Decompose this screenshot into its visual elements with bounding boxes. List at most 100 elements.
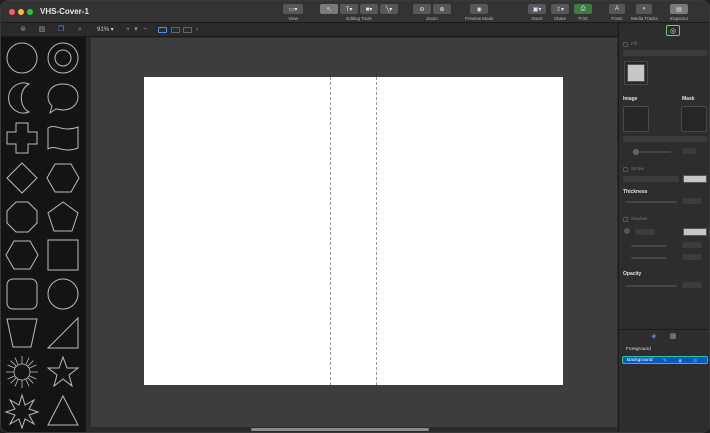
shadow-checkbox[interactable] <box>623 217 628 222</box>
close-window-button[interactable] <box>9 9 15 15</box>
shapes-library-panel <box>1 37 87 432</box>
horizontal-scrollbar[interactable] <box>251 428 429 431</box>
shadow-blur-slider[interactable] <box>631 257 667 259</box>
shadow-blur-field[interactable] <box>682 254 702 260</box>
share-icon: ⇪▾ <box>555 6 565 13</box>
stroke-label: Stroke <box>631 166 645 171</box>
shape-starburst[interactable] <box>3 353 41 391</box>
page-layout-single-button[interactable] <box>158 27 167 33</box>
shadow-angle-knob[interactable] <box>624 228 630 234</box>
text-tool-button[interactable]: T▾ <box>340 4 358 14</box>
image-fit-select[interactable] <box>623 136 707 142</box>
minimize-window-button[interactable] <box>18 9 24 15</box>
shape-speech-bubble[interactable] <box>44 79 82 117</box>
shape-flag[interactable] <box>44 119 82 157</box>
shape-hexagon-flat[interactable] <box>3 236 41 274</box>
select-tool-button[interactable]: ↖ <box>320 4 338 14</box>
line-tool-button[interactable]: ╲▾ <box>380 4 398 14</box>
shadow-offset-slider[interactable] <box>631 245 667 247</box>
inspector-group: ▤ Inspector <box>669 4 689 21</box>
stroke-checkbox[interactable] <box>623 167 628 172</box>
minus-icon[interactable]: − <box>141 26 149 34</box>
layer-background[interactable]: Background ✎ ◉ ⊘ <box>622 356 708 364</box>
page-layout-spread-button[interactable] <box>183 27 192 33</box>
shape-right-triangle[interactable] <box>44 314 82 352</box>
shape-diamond[interactable] <box>3 159 41 197</box>
shape-tool-button[interactable]: ■▾ <box>360 4 378 14</box>
zoom-in-button[interactable]: ⊕ <box>433 4 451 14</box>
shapes-library-icon[interactable]: ⊚ <box>19 26 27 34</box>
lock-icon[interactable]: ⊘ <box>693 357 697 365</box>
layer-foreground[interactable]: Foreground <box>622 346 708 354</box>
shape-rounded-square[interactable] <box>3 275 41 313</box>
image-opacity-knob[interactable] <box>633 149 639 155</box>
preview-mode-button[interactable]: ◉ <box>470 4 489 14</box>
shape-cross[interactable] <box>3 119 41 157</box>
shape-trapezoid[interactable] <box>3 314 41 352</box>
print-button[interactable]: ⎙ <box>574 4 592 14</box>
shape-star[interactable] <box>44 353 82 391</box>
images-library-icon[interactable]: ▨ <box>38 26 46 34</box>
chevron-down-icon[interactable]: ▾ <box>132 26 140 34</box>
fill-checkbox[interactable] <box>623 42 628 47</box>
stroke-style-select[interactable] <box>623 176 679 182</box>
image-well[interactable] <box>623 106 649 132</box>
zoom-window-button[interactable] <box>27 9 33 15</box>
insert-button[interactable]: ▣▾ <box>528 4 546 14</box>
document-page[interactable] <box>144 77 563 385</box>
opacity-slider[interactable] <box>625 285 677 287</box>
opacity-field[interactable] <box>682 282 702 288</box>
shadow-angle-field[interactable] <box>635 229 655 235</box>
fonts-button[interactable]: A <box>609 4 625 14</box>
media-tracks-label: Media Tracks <box>631 16 658 21</box>
editing-tools-group: ↖ T▾ ■▾ ╲▾ Editing Tools <box>319 4 399 21</box>
stroke-color-swatch[interactable] <box>683 175 707 183</box>
zoom-in-icon: ⊕ <box>439 6 445 13</box>
pencil-icon[interactable]: ✎ <box>663 357 667 365</box>
shape-ring[interactable] <box>44 39 82 77</box>
title-bar: VHS-Cover-1 ▭▾ View ↖ T▾ ■▾ ╲▾ Editing T… <box>1 1 709 23</box>
shape-circle[interactable] <box>3 39 41 77</box>
shadow-offset-field[interactable] <box>682 242 702 248</box>
fill-color-swatch[interactable] <box>627 64 645 82</box>
tab-style-inspector[interactable]: ◎ <box>666 25 680 36</box>
shape-crescent[interactable] <box>3 79 41 117</box>
layer-label: Background <box>627 358 653 363</box>
shape-octagon[interactable] <box>3 198 41 236</box>
layers-icon[interactable]: ◈ <box>650 333 658 341</box>
cursor-icon: ↖ <box>326 6 332 13</box>
canvas-area[interactable] <box>91 38 617 427</box>
shape-circle-large[interactable] <box>44 275 82 313</box>
thickness-field[interactable] <box>682 198 702 204</box>
chevron-right-icon[interactable]: › <box>193 26 201 34</box>
add-icon[interactable]: + <box>124 26 132 34</box>
grid-icon[interactable]: ▦ <box>669 333 677 341</box>
shadow-color-swatch[interactable] <box>683 228 707 236</box>
shape-triangle[interactable] <box>44 392 82 430</box>
view-button[interactable]: ▭▾ <box>283 4 303 14</box>
zoom-percentage[interactable]: 91% ▾ <box>97 26 114 33</box>
mask-well[interactable] <box>681 106 707 132</box>
zoom-out-button[interactable]: ⊖ <box>413 4 431 14</box>
spine-guide-left <box>330 77 331 385</box>
fill-type-select[interactable] <box>623 50 707 56</box>
thickness-slider[interactable] <box>625 201 677 203</box>
view-label: View <box>288 16 298 21</box>
media-tracks-group: ◐ Media Tracks <box>631 4 658 21</box>
layer-label: Foreground <box>626 347 651 352</box>
media-tracks-button[interactable]: ◐ <box>636 4 653 14</box>
layers-panel: ◈ ▦ Foreground Background ✎ ◉ ⊘ <box>619 329 709 429</box>
search-library-icon[interactable]: ⌕ <box>76 26 84 34</box>
page-layout-wide-button[interactable] <box>171 27 180 33</box>
preview-mode-label: Preview Mode <box>465 16 494 21</box>
image-opacity-field[interactable] <box>682 148 696 154</box>
eye-icon[interactable]: ◉ <box>678 357 682 365</box>
shape-pentagon[interactable] <box>44 198 82 236</box>
share-button[interactable]: ⇪▾ <box>551 4 569 14</box>
inspector-button[interactable]: ▤ <box>670 4 688 14</box>
shape-hexagon[interactable] <box>44 159 82 197</box>
shape-star-8[interactable] <box>3 392 41 430</box>
fonts-group: A Fonts <box>608 4 626 21</box>
layers-library-icon[interactable]: ❐ <box>57 26 65 34</box>
shape-square[interactable] <box>44 236 82 274</box>
